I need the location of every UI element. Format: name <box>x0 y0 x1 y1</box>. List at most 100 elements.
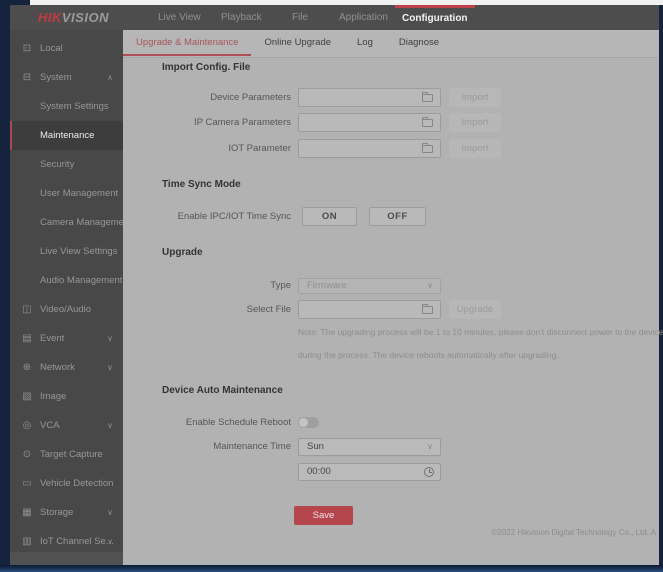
sidebar: ⊡ Local ⊟ System ∧ System Settings Maint… <box>10 30 123 565</box>
chevron-down-icon: ∨ <box>427 441 433 451</box>
sidebar-item-label: Maintenance <box>40 130 95 141</box>
sidebar-item-label: Audio Management <box>40 275 123 286</box>
field-label: Enable IPC/IOT Time Sync <box>177 211 291 222</box>
sidebar-item-system[interactable]: ⊟ System ∧ <box>10 63 123 92</box>
nav-playback[interactable]: Playback <box>221 5 262 30</box>
sidebar-item-label: Camera Management <box>40 217 123 228</box>
sidebar-item-label: Live View Settings <box>40 246 118 257</box>
nav-configuration[interactable]: Configuration <box>395 5 475 30</box>
sidebar-item-target-capture[interactable]: ⊙ Target Capture <box>10 440 123 469</box>
upgrade-note-line2: during the process. The device reboots a… <box>298 350 559 360</box>
maintenance-time-row: 00:00 <box>123 462 441 481</box>
selected-value: Firmware <box>307 279 347 291</box>
sidebar-item-user-management[interactable]: User Management <box>10 179 123 208</box>
tab-bar: Upgrade & Maintenance Online Upgrade Log… <box>123 30 659 58</box>
sidebar-item-label: Event <box>40 333 65 344</box>
section-title-import-config: Import Config. File <box>162 62 251 73</box>
sidebar-item-vca[interactable]: ◎ VCA ∨ <box>10 411 123 440</box>
nav-file[interactable]: File <box>292 5 308 30</box>
import-device-parameters-button[interactable]: Import <box>449 88 501 107</box>
ip-camera-parameters-input[interactable] <box>298 113 441 132</box>
top-navigation-bar: HIKVISION Live View Playback File Applic… <box>10 5 659 30</box>
chevron-down-icon: ∨ <box>107 363 113 372</box>
copyright-footer: ©2022 Hikvision Digital Technology Co., … <box>491 528 656 537</box>
folder-browse-icon[interactable] <box>422 117 433 127</box>
video-audio-icon: ◫ <box>22 304 32 315</box>
sidebar-item-label: Local <box>40 43 63 54</box>
clock-icon[interactable] <box>424 466 434 477</box>
chevron-down-icon: ∨ <box>107 537 113 546</box>
selected-value: Sun <box>307 440 324 452</box>
bottom-frame-strip <box>0 565 663 572</box>
field-label: IP Camera Parameters <box>194 117 291 128</box>
schedule-reboot-row: Enable Schedule Reboot <box>123 413 319 432</box>
field-label: Device Parameters <box>210 92 291 103</box>
chevron-down-icon: ∨ <box>107 421 113 430</box>
sidebar-item-label: VCA <box>40 420 60 431</box>
field-label: Type <box>270 280 291 291</box>
sidebar-item-storage[interactable]: ▦ Storage ∨ <box>10 498 123 527</box>
maintenance-day-select[interactable]: Sun ∨ <box>298 437 441 456</box>
network-icon: ⊕ <box>22 362 32 373</box>
sidebar-item-network[interactable]: ⊕ Network ∨ <box>10 353 123 382</box>
import-ip-camera-parameters-button[interactable]: Import <box>449 113 501 132</box>
save-button[interactable]: Save <box>294 506 353 525</box>
sidebar-item-image[interactable]: ▨ Image <box>10 382 123 411</box>
main-content: Upgrade & Maintenance Online Upgrade Log… <box>123 30 663 565</box>
maintenance-time-input[interactable]: 00:00 <box>298 462 441 481</box>
upgrade-type-select[interactable]: Firmware ∨ <box>298 277 441 294</box>
vehicle-icon: ▭ <box>22 478 32 489</box>
hikvision-logo: HIKVISION <box>38 5 109 30</box>
select-file-input[interactable] <box>298 300 441 319</box>
sidebar-footer-strip <box>10 552 123 565</box>
nav-application[interactable]: Application <box>339 5 388 30</box>
sidebar-item-vehicle-detection[interactable]: ▭ Vehicle Detection <box>10 469 123 498</box>
folder-browse-icon[interactable] <box>422 92 433 102</box>
chevron-down-icon: ∨ <box>107 508 113 517</box>
sidebar-item-local[interactable]: ⊡ Local <box>10 34 123 63</box>
import-iot-parameter-button[interactable]: Import <box>449 139 501 158</box>
tab-log[interactable]: Log <box>344 30 386 56</box>
monitor-icon: ⊡ <box>22 43 32 54</box>
vca-icon: ◎ <box>22 420 32 431</box>
select-file-row: Select File Upgrade <box>123 300 501 319</box>
target-capture-icon: ⊙ <box>22 449 32 460</box>
image-icon: ▨ <box>22 391 32 402</box>
iot-parameter-input[interactable] <box>298 139 441 158</box>
section-title-time-sync: Time Sync Mode <box>162 179 241 190</box>
folder-browse-icon[interactable] <box>422 143 433 153</box>
sidebar-item-video-audio[interactable]: ◫ Video/Audio <box>10 295 123 324</box>
settings-panel: Import Config. File Device Parameters Im… <box>123 58 663 565</box>
time-sync-off-button[interactable]: OFF <box>369 207 426 226</box>
chevron-down-icon: ∨ <box>107 334 113 343</box>
nav-live-view[interactable]: Live View <box>158 5 201 30</box>
schedule-reboot-toggle[interactable] <box>298 417 319 428</box>
device-parameters-row: Device Parameters Import <box>123 88 501 107</box>
sidebar-item-security[interactable]: Security <box>10 150 123 179</box>
tab-upgrade-maintenance[interactable]: Upgrade & Maintenance <box>123 30 252 56</box>
iot-parameter-row: IOT Parameter Import <box>123 139 501 158</box>
ip-camera-parameters-row: IP Camera Parameters Import <box>123 113 501 132</box>
sidebar-item-maintenance[interactable]: Maintenance <box>10 121 123 150</box>
time-sync-on-button[interactable]: ON <box>302 207 357 226</box>
system-icon: ⊟ <box>22 72 32 83</box>
upgrade-button[interactable]: Upgrade <box>449 300 501 319</box>
device-parameters-input[interactable] <box>298 88 441 107</box>
section-title-upgrade: Upgrade <box>162 247 203 258</box>
sidebar-item-event[interactable]: ▤ Event ∨ <box>10 324 123 353</box>
section-title-device-auto-maintenance: Device Auto Maintenance <box>162 385 283 396</box>
sidebar-item-live-view-settings[interactable]: Live View Settings <box>10 237 123 266</box>
app-window: HIKVISION Live View Playback File Applic… <box>0 0 663 572</box>
sidebar-item-camera-management[interactable]: Camera Management <box>10 208 123 237</box>
folder-browse-icon[interactable] <box>422 304 433 314</box>
sidebar-item-audio-management[interactable]: Audio Management <box>10 266 123 295</box>
sidebar-item-label: Security <box>40 159 75 170</box>
upgrade-type-row: Type Firmware ∨ <box>123 276 441 295</box>
storage-icon: ▦ <box>22 507 32 518</box>
iot-channel-icon: ▥ <box>22 536 32 547</box>
chevron-up-icon: ∧ <box>107 73 113 82</box>
tab-online-upgrade[interactable]: Online Upgrade <box>251 30 344 56</box>
sidebar-item-label: User Management <box>40 188 119 199</box>
sidebar-item-system-settings[interactable]: System Settings <box>10 92 123 121</box>
tab-diagnose[interactable]: Diagnose <box>386 30 452 56</box>
